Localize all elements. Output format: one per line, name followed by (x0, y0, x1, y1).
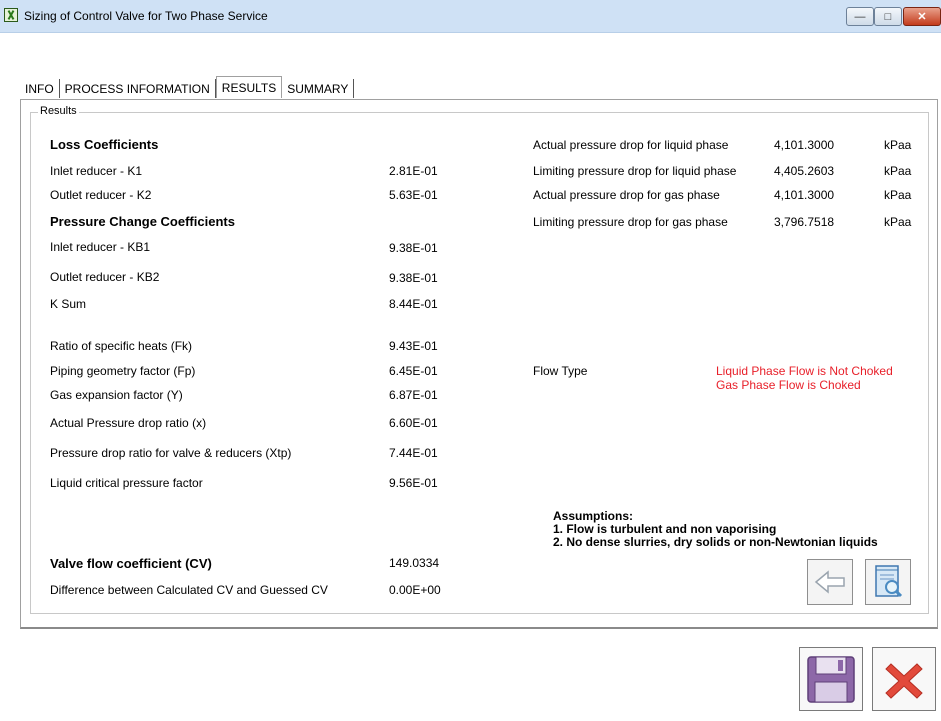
k-sum-label: K Sum (50, 297, 87, 311)
limiting-drop-gas-label: Limiting pressure drop for gas phase (533, 215, 728, 229)
back-arrow-icon (814, 570, 845, 594)
maximize-icon: □ (884, 10, 892, 23)
liquid-flow-status: Liquid Phase Flow is Not Choked (716, 364, 893, 378)
k-sum-value: 8.44E-01 (389, 297, 438, 311)
gas-flow-status: Gas Phase Flow is Choked (716, 378, 861, 392)
liquid-critical-label: Liquid critical pressure factor (50, 476, 203, 490)
tab-strip: INFO PROCESS INFORMATION RESULTS SUMMARY (20, 76, 355, 99)
cancel-button[interactable] (872, 647, 936, 711)
results-group-label: Results (38, 105, 79, 117)
assumption-2: 2. No dense slurries, dry solids or non-… (553, 535, 878, 549)
back-button[interactable] (807, 559, 853, 605)
actual-drop-liquid-value: 4,101.3000 (774, 138, 835, 152)
results-panel: Results Loss Coefficients Inlet reducer … (20, 99, 938, 629)
kb1-value: 9.38E-01 (389, 241, 438, 255)
save-icon (807, 656, 855, 703)
maximize-button[interactable]: □ (874, 7, 902, 26)
actual-drop-gas-unit: kPaa (884, 188, 912, 202)
limiting-drop-liquid-value: 4,405.2603 (774, 164, 835, 178)
fp-label: Piping geometry factor (Fp) (50, 364, 196, 378)
fk-value: 9.43E-01 (389, 339, 438, 353)
y-label: Gas expansion factor (Y) (50, 388, 183, 402)
kb2-value: 9.38E-01 (389, 271, 438, 285)
x-value: 6.60E-01 (389, 416, 438, 430)
limiting-drop-liquid-label: Limiting pressure drop for liquid phase (533, 164, 737, 178)
actual-drop-liquid-label: Actual pressure drop for liquid phase (533, 138, 729, 152)
fp-value: 6.45E-01 (389, 364, 438, 378)
y-value: 6.87E-01 (389, 388, 438, 402)
pressure-change-heading: Pressure Change Coefficients (50, 214, 235, 229)
kb1-label: Inlet reducer - KB1 (50, 240, 151, 254)
assumption-1: 1. Flow is turbulent and non vaporising (553, 522, 777, 536)
close-icon: ✕ (917, 11, 927, 23)
save-button[interactable] (799, 647, 863, 711)
actual-drop-gas-label: Actual pressure drop for gas phase (533, 188, 720, 202)
liquid-critical-value: 9.56E-01 (389, 476, 438, 490)
cancel-icon (885, 663, 923, 699)
cv-difference-label: Difference between Calculated CV and Gue… (50, 583, 328, 597)
tab-process-information[interactable]: PROCESS INFORMATION (59, 79, 216, 98)
actual-drop-liquid-unit: kPaa (884, 138, 912, 152)
loss-coefficients-heading: Loss Coefficients (50, 137, 159, 152)
tab-results[interactable]: RESULTS (215, 76, 283, 98)
k2-label: Outlet reducer - K2 (50, 188, 152, 202)
report-preview-button[interactable] (865, 559, 911, 605)
cv-difference-value: 0.00E+00 (389, 583, 441, 597)
limiting-drop-gas-value: 3,796.7518 (774, 215, 835, 229)
kb2-label: Outlet reducer - KB2 (50, 270, 160, 284)
x-label: Actual Pressure drop ratio (x) (50, 416, 207, 430)
report-preview-icon (875, 565, 903, 598)
window-title: Sizing of Control Valve for Two Phase Se… (24, 9, 268, 23)
k1-value: 2.81E-01 (389, 164, 438, 178)
title-bar: Sizing of Control Valve for Two Phase Se… (0, 0, 941, 33)
results-group: Results Loss Coefficients Inlet reducer … (30, 105, 929, 614)
xtp-label: Pressure drop ratio for valve & reducers… (50, 446, 292, 460)
tab-info[interactable]: INFO (20, 79, 60, 98)
flow-type-label: Flow Type (533, 364, 588, 378)
app-icon (4, 8, 18, 22)
k2-value: 5.63E-01 (389, 188, 438, 202)
xtp-value: 7.44E-01 (389, 446, 438, 460)
assumptions-title: Assumptions: (553, 509, 634, 523)
limiting-drop-gas-unit: kPaa (884, 215, 912, 229)
cv-value: 149.0334 (389, 556, 440, 570)
tab-summary[interactable]: SUMMARY (282, 79, 355, 98)
actual-drop-gas-value: 4,101.3000 (774, 188, 835, 202)
minimize-button[interactable]: — (846, 7, 874, 26)
fk-label: Ratio of specific heats (Fk) (50, 339, 193, 353)
close-button[interactable]: ✕ (903, 7, 941, 26)
limiting-drop-liquid-unit: kPaa (884, 164, 912, 178)
k1-label: Inlet reducer - K1 (50, 164, 143, 178)
cv-label: Valve flow coefficient (CV) (50, 556, 212, 571)
minimize-icon: — (854, 10, 866, 23)
